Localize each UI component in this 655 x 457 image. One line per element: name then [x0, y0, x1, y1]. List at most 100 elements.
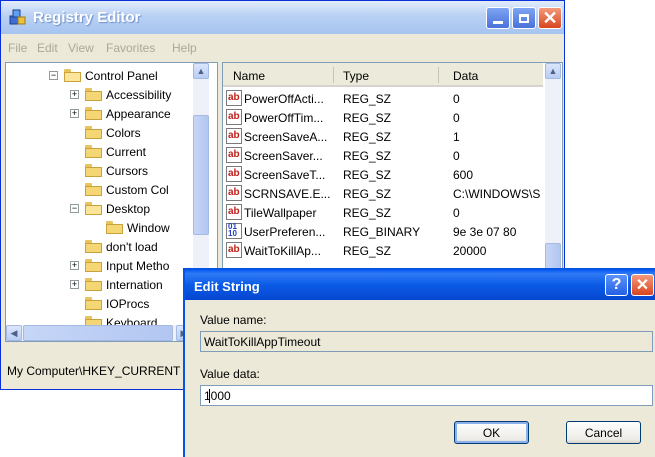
- close-icon: ✕: [542, 8, 558, 28]
- help-icon: ?: [611, 276, 622, 293]
- tree-item-label: Cursors: [106, 164, 149, 178]
- values-list-pane[interactable]: Name Type Data PowerOffActi...REG_SZ0Pow…: [222, 62, 563, 272]
- string-value-icon: [226, 204, 242, 220]
- string-value-icon: [226, 128, 242, 144]
- maximize-button[interactable]: [512, 7, 536, 29]
- status-path: My Computer\HKEY_CURRENT: [7, 364, 181, 378]
- folder-icon: [85, 278, 102, 291]
- tree-item-label: don't load: [106, 240, 158, 254]
- tree-item-label: Desktop: [106, 202, 151, 216]
- menu-edit[interactable]: Edit: [37, 41, 58, 55]
- value-name-text: WaitToKillAppTimeout: [204, 335, 321, 349]
- ok-button[interactable]: OK: [454, 421, 529, 444]
- menu-view[interactable]: View: [68, 41, 94, 55]
- collapse-icon[interactable]: −: [49, 71, 58, 80]
- value-type: REG_SZ: [343, 149, 392, 163]
- collapse-icon[interactable]: −: [70, 204, 79, 213]
- column-divider: [438, 67, 439, 83]
- value-data-text: 1000: [204, 389, 231, 403]
- text-caret: [209, 389, 210, 403]
- value-row[interactable]: ScreenSaver... REG_SZ 0: [223, 146, 543, 165]
- expand-icon[interactable]: +: [70, 90, 79, 99]
- value-name: UserPreferen...: [244, 225, 326, 239]
- expand-icon[interactable]: +: [70, 261, 79, 270]
- registry-app-icon: [9, 9, 26, 25]
- folder-icon: [85, 259, 102, 272]
- string-value-icon: [226, 242, 242, 258]
- dialog-title-bar[interactable]: Edit String ? ✕: [185, 270, 655, 300]
- folder-icon: [85, 164, 102, 177]
- value-data-input[interactable]: 1000: [200, 385, 653, 406]
- menu-file[interactable]: File: [8, 41, 27, 55]
- list-scroll-thumb[interactable]: [545, 243, 561, 271]
- dialog-close-button[interactable]: ✕: [631, 274, 654, 296]
- value-data: 20000: [453, 244, 487, 258]
- binary-value-icon: [226, 223, 242, 239]
- menu-favorites[interactable]: Favorites: [106, 41, 155, 55]
- string-value-icon: [226, 185, 242, 201]
- minimize-button[interactable]: [486, 7, 510, 29]
- value-type: REG_BINARY: [343, 225, 421, 239]
- value-data: C:\WINDOWS\S: [453, 187, 541, 201]
- string-value-icon: [226, 147, 242, 163]
- tree-item-label: IOProcs: [106, 297, 150, 311]
- value-type: REG_SZ: [343, 187, 392, 201]
- tree-item-label: Current: [106, 145, 147, 159]
- edit-string-dialog: Edit String ? ✕ Value name: WaitToKillAp…: [183, 268, 655, 457]
- folder-icon: [85, 297, 102, 310]
- registry-title-bar[interactable]: Registry Editor ✕: [1, 1, 564, 34]
- column-data-header[interactable]: Data: [453, 69, 478, 83]
- scroll-left-icon[interactable]: ◀: [6, 325, 22, 341]
- minimize-icon: [493, 20, 503, 24]
- value-row[interactable]: PowerOffTim... REG_SZ 0: [223, 108, 543, 127]
- tree-item-label: Custom Col: [106, 183, 169, 197]
- value-name-field: WaitToKillAppTimeout: [200, 331, 653, 352]
- registry-title: Registry Editor: [33, 9, 141, 26]
- value-type: REG_SZ: [343, 92, 392, 106]
- tree-item-label: Accessibility: [106, 88, 172, 102]
- value-name: ScreenSaver...: [244, 149, 323, 163]
- tree-hscroll-thumb[interactable]: [23, 325, 173, 341]
- value-row[interactable]: SCRNSAVE.E... REG_SZ C:\WINDOWS\S: [223, 184, 543, 203]
- expand-icon[interactable]: +: [70, 109, 79, 118]
- list-scroll-up-icon[interactable]: ▲: [545, 63, 561, 79]
- tree-scroll-thumb[interactable]: [193, 115, 209, 235]
- help-button[interactable]: ?: [605, 274, 628, 296]
- scroll-up-icon[interactable]: ▲: [193, 63, 209, 79]
- folder-icon: [85, 183, 102, 196]
- column-name-header[interactable]: Name: [233, 69, 265, 83]
- value-row[interactable]: WaitToKillAp... REG_SZ 20000: [223, 241, 543, 260]
- tree-item-label: Colors: [106, 126, 141, 140]
- cancel-button[interactable]: Cancel: [566, 421, 641, 444]
- folder-icon: [64, 69, 81, 82]
- value-name: TileWallpaper: [244, 206, 317, 220]
- close-button[interactable]: ✕: [538, 7, 562, 29]
- value-data: 0: [453, 111, 460, 125]
- menu-help[interactable]: Help: [172, 41, 197, 55]
- folder-icon: [85, 126, 102, 139]
- value-row[interactable]: ScreenSaveT... REG_SZ 600: [223, 165, 543, 184]
- expand-icon[interactable]: +: [70, 280, 79, 289]
- value-name: ScreenSaveA...: [244, 130, 328, 144]
- value-data: 0: [453, 206, 460, 220]
- value-type: REG_SZ: [343, 168, 392, 182]
- value-name: WaitToKillAp...: [244, 244, 321, 258]
- value-row[interactable]: PowerOffActi... REG_SZ 0: [223, 89, 543, 108]
- value-data: 9e 3e 07 80: [453, 225, 517, 239]
- value-row[interactable]: UserPreferen... REG_BINARY 9e 3e 07 80: [223, 222, 543, 241]
- value-row[interactable]: ScreenSaveA... REG_SZ 1: [223, 127, 543, 146]
- tree-item-label: Internation: [106, 278, 163, 292]
- value-data: 600: [453, 168, 474, 182]
- dialog-title: Edit String: [194, 279, 260, 294]
- value-type: REG_SZ: [343, 130, 392, 144]
- tree-horizontal-scrollbar[interactable]: ◀ ▶: [6, 325, 209, 341]
- value-row[interactable]: TileWallpaper REG_SZ 0: [223, 203, 543, 222]
- value-name: PowerOffTim...: [244, 111, 324, 125]
- folder-icon: [106, 221, 123, 234]
- column-type-header[interactable]: Type: [343, 69, 369, 83]
- value-type: REG_SZ: [343, 244, 392, 258]
- tree-item-label: Control Panel: [85, 69, 158, 83]
- value-data: 0: [453, 149, 460, 163]
- list-vertical-scrollbar[interactable]: ▲: [545, 63, 561, 271]
- value-data: 0: [453, 92, 460, 106]
